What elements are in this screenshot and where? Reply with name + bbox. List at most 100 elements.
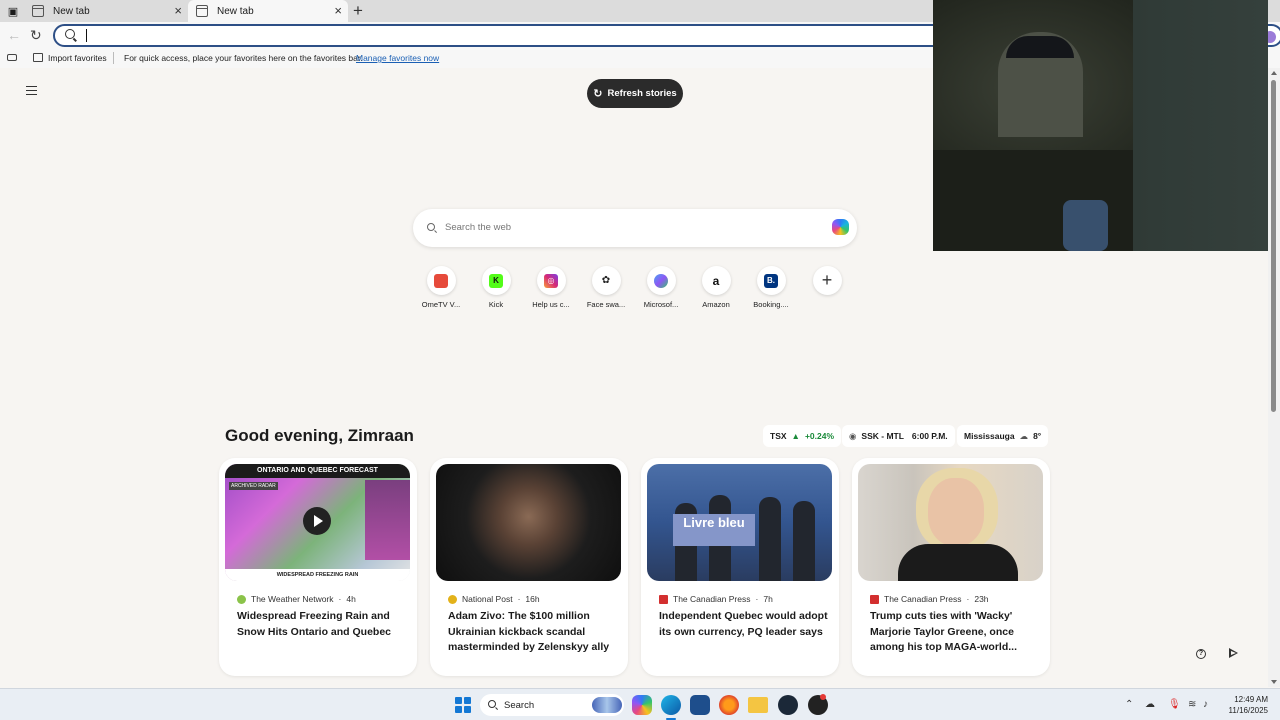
tab-actions-icon[interactable]: ▣ — [4, 3, 22, 19]
story-headline[interactable]: Trump cuts ties with 'Wacky' Marjorie Ta… — [870, 609, 1042, 656]
ometv-icon — [426, 266, 456, 295]
game-time: 6:00 P.M. — [911, 431, 948, 441]
chevron-up-icon[interactable]: ⌃ — [1125, 699, 1133, 710]
page-scrollbar[interactable] — [1268, 68, 1280, 687]
plus-icon: + — [812, 266, 842, 295]
stock-label: TSX — [770, 431, 787, 441]
copilot-icon[interactable] — [832, 219, 849, 235]
source-separator: · — [517, 594, 521, 604]
story-source: The Weather Network · 4h — [237, 594, 356, 604]
photo-subject — [928, 478, 984, 546]
copilot-app-icon[interactable] — [632, 695, 652, 715]
refresh-stories-button[interactable]: ↻ Refresh stories — [587, 79, 683, 108]
quick-link-booking[interactable]: B. Booking.... — [743, 266, 799, 309]
favorites-message: For quick access, place your favorites h… — [124, 53, 363, 63]
manage-favorites-link[interactable]: Manage favorites now — [356, 53, 439, 63]
quick-link-ometv[interactable]: OmeTV V... — [413, 266, 469, 309]
openai-icon: ✿ — [591, 266, 621, 295]
firefox-icon[interactable] — [719, 695, 739, 715]
add-quick-link-button[interactable]: + — [799, 266, 855, 295]
story-thumbnail: Livre bleu — [647, 464, 832, 581]
story-card[interactable]: Livre bleu The Canadian Press · 7h Indep… — [641, 458, 839, 676]
story-card[interactable]: National Post · 16h Adam Zivo: The $100 … — [430, 458, 628, 676]
tab-favicon-icon — [32, 5, 44, 17]
import-favorites-button[interactable]: Import favorites — [48, 53, 107, 63]
search-icon — [488, 700, 496, 708]
weather-city: Mississauga — [964, 431, 1015, 441]
store-icon[interactable] — [690, 695, 710, 715]
help-icon[interactable]: ? — [1196, 649, 1206, 659]
new-tab-plus-icon[interactable]: + — [353, 1, 363, 21]
clock-time: 12:49 AM — [1234, 695, 1268, 704]
story-card[interactable]: The Canadian Press · 23h Trump cuts ties… — [852, 458, 1050, 676]
national-post-logo-icon — [448, 594, 457, 604]
volume-icon[interactable]: ♪ — [1203, 699, 1208, 710]
quick-link-kick[interactable]: K Kick — [468, 266, 524, 309]
tab-new-tab-1[interactable]: New tab × — [24, 0, 188, 22]
play-icon[interactable] — [303, 507, 331, 535]
tab-favicon-icon — [196, 5, 208, 17]
quick-link-face-swap[interactable]: ✿ Face swa... — [578, 266, 634, 309]
story-age: 16h — [525, 594, 540, 604]
story-card[interactable]: ONTARIO AND QUEBEC FORECAST ARCHIVED RAD… — [219, 458, 417, 676]
presenter-image — [365, 480, 410, 560]
favorites-toggle-icon[interactable] — [7, 54, 17, 61]
quick-link-instagram[interactable]: ◎ Help us c... — [523, 266, 579, 309]
stock-widget[interactable]: TSX ▲ +0.24% — [763, 425, 842, 447]
webcam-scene — [1133, 0, 1268, 251]
quick-link-label: Amazon — [702, 300, 730, 309]
story-thumbnail: ONTARIO AND QUEBEC FORECAST ARCHIVED RAD… — [225, 464, 410, 581]
menu-icon[interactable] — [26, 86, 37, 95]
quick-link-microsoft[interactable]: Microsof... — [633, 266, 689, 309]
source-separator: · — [338, 594, 342, 604]
cloud-sync-icon[interactable]: ☁ — [1145, 699, 1155, 710]
quick-links: OmeTV V... K Kick ◎ Help us c... ✿ Face … — [413, 266, 853, 316]
taskbar-search[interactable]: Search — [480, 694, 624, 716]
webcam-scene — [1006, 36, 1074, 58]
quick-link-label: Booking.... — [753, 300, 789, 309]
text-caret — [86, 29, 87, 42]
taskbar: Search ⌃ ☁ 🎙 ≋ ♪ 12:49 AM 11/16/2025 — [0, 688, 1280, 720]
clock-date: 11/16/2025 — [1228, 706, 1268, 715]
refresh-icon[interactable]: ↻ — [30, 27, 42, 44]
edge-browser-icon[interactable] — [661, 695, 681, 715]
scroll-up-icon[interactable] — [1271, 71, 1277, 75]
arrow-up-icon: ▲ — [791, 431, 800, 441]
back-arrow-icon[interactable]: ← — [7, 27, 21, 43]
canadian-flag-icon — [659, 594, 668, 604]
source-name: The Weather Network — [251, 594, 334, 604]
story-headline[interactable]: Adam Zivo: The $100 million Ukrainian ki… — [448, 609, 620, 656]
weather-widget[interactable]: Mississauga ☁ 8° — [957, 425, 1049, 447]
tab-new-tab-2[interactable]: New tab × — [188, 0, 348, 22]
source-name: National Post — [462, 594, 513, 604]
story-age: 23h — [974, 594, 989, 604]
scroll-down-icon[interactable] — [1271, 680, 1277, 684]
sports-widget[interactable]: ◉ SSK - MTL 6:00 P.M. — [842, 425, 955, 447]
greeting: Good evening, Zimraan — [225, 426, 414, 445]
wifi-icon[interactable]: ≋ — [1188, 699, 1196, 710]
close-icon[interactable]: × — [334, 4, 342, 17]
webcam-overlay — [933, 0, 1268, 251]
thumbnail-banner: ONTARIO AND QUEBEC FORECAST — [225, 464, 410, 478]
steam-icon[interactable] — [778, 695, 798, 715]
story-source: National Post · 16h — [448, 594, 540, 604]
system-clock[interactable]: 12:49 AM 11/16/2025 — [1222, 694, 1268, 716]
windows-start-icon[interactable] — [455, 697, 471, 713]
story-headline[interactable]: Independent Quebec would adopt its own c… — [659, 609, 831, 640]
web-search-box[interactable]: Search the web — [413, 209, 857, 247]
quick-link-label: Help us c... — [532, 300, 570, 309]
story-thumbnail — [436, 464, 621, 581]
quick-link-label: Microsof... — [643, 300, 679, 309]
scrollbar-thumb[interactable] — [1271, 80, 1276, 412]
close-icon[interactable]: × — [174, 4, 182, 17]
microphone-icon[interactable]: 🎙 — [1168, 699, 1181, 710]
person-figure — [759, 497, 781, 581]
person-figure — [793, 501, 815, 581]
story-headline[interactable]: Widespread Freezing Rain and Snow Hits O… — [237, 609, 409, 640]
file-explorer-icon[interactable] — [748, 697, 768, 713]
feedback-send-icon[interactable] — [1229, 648, 1238, 658]
quick-link-amazon[interactable]: a Amazon — [688, 266, 744, 309]
kick-icon: K — [481, 266, 511, 295]
tab-title: New tab — [217, 5, 254, 17]
taskbar-search-label: Search — [504, 700, 535, 711]
